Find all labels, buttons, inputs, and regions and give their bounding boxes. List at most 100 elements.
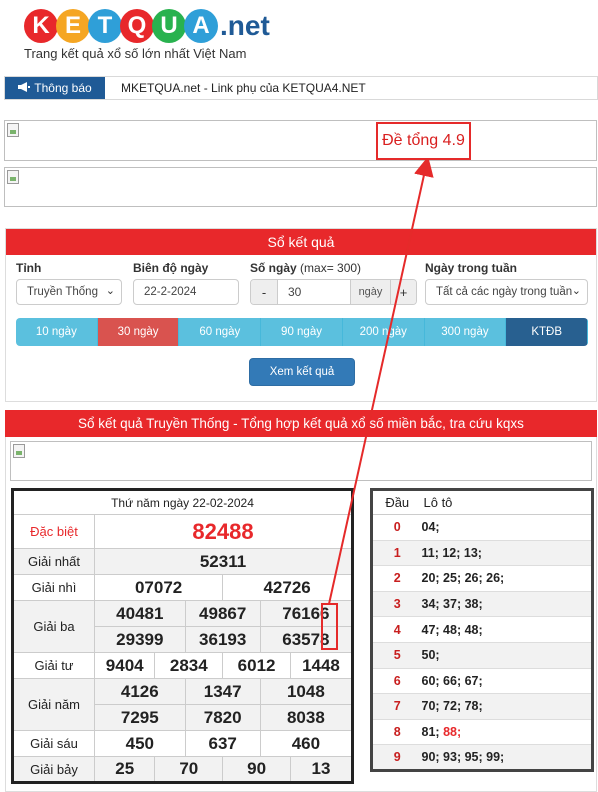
prize-table: Thứ năm ngày 22-02-2024 Đặc biệt 82488 G… xyxy=(11,488,354,784)
prize-number: 1048 xyxy=(259,678,354,705)
prize-number: 1448 xyxy=(289,652,354,679)
loto-values: 81; 88; xyxy=(421,719,593,746)
loto-row: 7 70; 72; 78; xyxy=(371,693,593,720)
range-button-200[interactable]: 200 ngày xyxy=(342,318,425,346)
range-button-90[interactable]: 90 ngày xyxy=(261,318,343,346)
days-label: Số ngày (max= 300) xyxy=(250,261,361,275)
loto-values: 04; xyxy=(421,514,593,541)
quick-range-group: 10 ngày 30 ngày 60 ngày 90 ngày 200 ngày… xyxy=(16,318,588,346)
loto-values: 90; 93; 95; 99; xyxy=(421,744,593,771)
days-increment-button[interactable]: + xyxy=(390,280,416,304)
prize-number: 460 xyxy=(259,730,354,757)
loto-head: 6 xyxy=(371,668,422,695)
loto-head: 0 xyxy=(371,514,422,541)
range-button-60[interactable]: 60 ngày xyxy=(179,318,262,346)
ad-banner-image[interactable] xyxy=(4,167,597,207)
prize-label-third: Giải ba xyxy=(12,600,95,653)
days-label-text: Số ngày xyxy=(250,261,297,275)
prize-number: 6012 xyxy=(222,652,291,679)
search-panel: Sổ kết quả Tỉnh Truyền Thống ⌄ Biên độ n… xyxy=(5,228,597,402)
broken-image-icon xyxy=(7,123,19,137)
prize-number: 637 xyxy=(184,730,261,757)
loto-head: 7 xyxy=(371,693,422,720)
prize-number: 450 xyxy=(94,730,186,757)
prize-number: 2834 xyxy=(154,652,224,679)
results-title: Sổ kết quả Truyền Thống - Tổng hợp kết q… xyxy=(5,410,597,437)
ktdb-button[interactable]: KTĐB xyxy=(506,318,588,346)
loto-values-text: 81; xyxy=(421,725,440,740)
prize-label-fourth: Giải tư xyxy=(12,652,95,679)
loto-row: 0 04; xyxy=(371,514,593,541)
draw-date: Thứ năm ngày 22-02-2024 xyxy=(12,489,353,515)
logo-letters: K E T Q U A xyxy=(24,9,218,43)
logo-letter: U xyxy=(152,9,186,43)
prize-number: 52311 xyxy=(94,548,353,575)
loto-head: 2 xyxy=(371,565,422,592)
date-range-value: 22-2-2024 xyxy=(144,286,197,298)
prize-number: 36193 xyxy=(184,626,261,653)
annotation-label: Đề tổng 4.9 xyxy=(376,122,471,160)
weekday-select-value: Tất cả các ngày trong tuần xyxy=(436,286,573,298)
loto-head: 4 xyxy=(371,616,422,643)
chevron-down-icon: ⌄ xyxy=(105,285,115,297)
range-button-10[interactable]: 10 ngày xyxy=(16,318,98,346)
loto-head: 5 xyxy=(371,642,422,669)
loto-row: 4 47; 48; 48; xyxy=(371,616,593,643)
province-select[interactable]: Truyền Thống ⌄ xyxy=(16,279,122,305)
loto-row: 9 90; 93; 95; 99; xyxy=(371,744,593,771)
logo-letter: T xyxy=(88,9,122,43)
loto-row: 6 60; 66; 67; xyxy=(371,668,593,695)
prize-label-seventh: Giải bảy xyxy=(12,756,95,783)
loto-head: 1 xyxy=(371,540,422,567)
prize-number: 42726 xyxy=(222,574,353,601)
prize-label-special: Đặc biệt xyxy=(12,514,95,549)
loto-head: 3 xyxy=(371,591,422,618)
prize-number: 4126 xyxy=(94,678,186,705)
site-logo[interactable]: K E T Q U A .net xyxy=(24,6,270,46)
megaphone-icon xyxy=(18,81,31,95)
loto-highlight: 88; xyxy=(443,725,462,740)
province-label: Tỉnh xyxy=(16,261,42,275)
prize-number: 9404 xyxy=(93,652,156,679)
chevron-down-icon: ⌄ xyxy=(571,285,581,297)
days-stepper[interactable]: - 30 ngày + xyxy=(250,279,417,305)
broken-image-icon xyxy=(7,170,19,184)
logo-letter: E xyxy=(56,9,90,43)
prize-number: 7295 xyxy=(94,704,186,731)
logo-letter: Q xyxy=(120,9,154,43)
site-tagline: Trang kết quả xổ số lớn nhất Việt Nam xyxy=(24,46,247,61)
notice-label: Thông báo xyxy=(5,77,105,99)
broken-image-icon xyxy=(13,444,25,458)
prize-number: 40481 xyxy=(94,600,186,627)
date-range-input[interactable]: 22-2-2024 xyxy=(133,279,239,305)
prize-label-second: Giải nhì xyxy=(12,574,95,601)
range-button-300[interactable]: 300 ngày xyxy=(424,318,507,346)
loto-values: 34; 37; 38; xyxy=(421,591,593,618)
prize-label-fifth: Giải năm xyxy=(12,678,95,731)
annotation-highlight-box xyxy=(321,603,338,650)
prize-number: 8038 xyxy=(259,704,354,731)
notice-label-text: Thông báo xyxy=(34,81,92,95)
days-decrement-button[interactable]: - xyxy=(251,280,277,304)
ad-banner-image[interactable] xyxy=(10,441,592,481)
notice-bar: Thông báo MKETQUA.net - Link phụ của KET… xyxy=(4,76,598,100)
loto-values: 50; xyxy=(421,642,593,669)
weekday-select[interactable]: Tất cả các ngày trong tuần ⌄ xyxy=(425,279,588,305)
prize-number: 7820 xyxy=(184,704,261,731)
range-label: Biên độ ngày xyxy=(133,261,209,275)
prize-number: 70 xyxy=(154,756,224,783)
loto-head: 8 xyxy=(371,719,422,746)
days-label-note: (max= 300) xyxy=(300,261,362,275)
loto-row: 5 50; xyxy=(371,642,593,669)
notice-text[interactable]: MKETQUA.net - Link phụ của KETQUA4.NET xyxy=(121,81,366,95)
loto-values: 20; 25; 26; 26; xyxy=(421,565,593,592)
prize-number: 25 xyxy=(93,756,156,783)
ad-banner-image[interactable] xyxy=(4,120,597,161)
range-button-30[interactable]: 30 ngày xyxy=(97,318,180,346)
days-input[interactable]: 30 xyxy=(277,280,350,304)
view-results-button[interactable]: Xem kết quả xyxy=(249,358,355,386)
prize-number: 63578 xyxy=(259,626,354,653)
prize-number: 13 xyxy=(289,756,354,783)
search-panel-title: Sổ kết quả xyxy=(6,229,596,255)
prize-number: 49867 xyxy=(184,600,261,627)
